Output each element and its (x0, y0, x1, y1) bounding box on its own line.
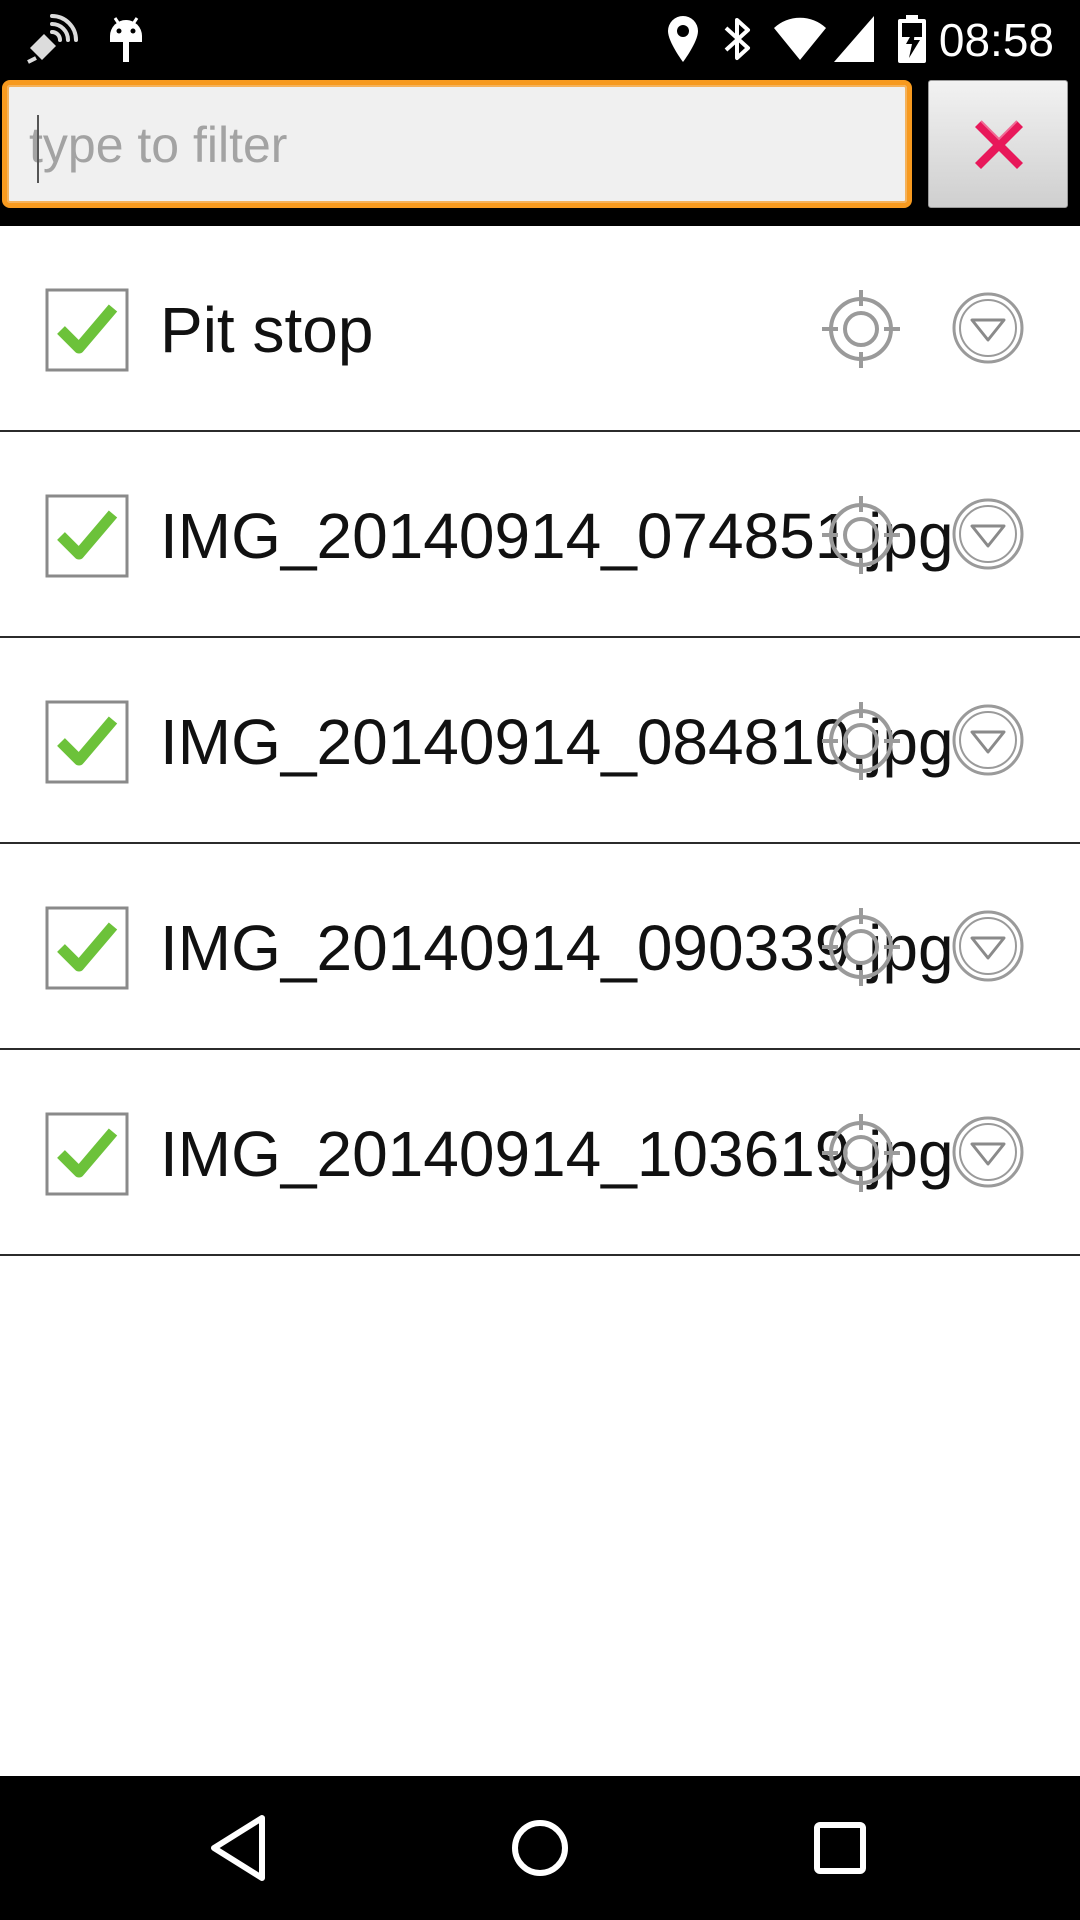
bluetooth-icon (724, 18, 750, 60)
waypoint-list: Pit stop IMG_20140914_074851.jpg IMG_201… (0, 226, 1080, 1256)
cell-signal-icon (834, 16, 874, 62)
navigation-bar (0, 1776, 1080, 1920)
satellite-signal-icon (27, 14, 78, 64)
home-circle-icon[interactable] (500, 1808, 580, 1888)
list-item[interactable]: IMG_20140914_074851.jpg (0, 432, 1080, 638)
dropdown-circle-icon[interactable] (950, 908, 1026, 984)
filter-field[interactable] (2, 80, 912, 208)
wifi-icon (774, 17, 826, 60)
crosshair-target-icon[interactable] (820, 288, 902, 370)
back-triangle-icon[interactable] (200, 1808, 280, 1888)
checkbox-checked[interactable] (45, 906, 129, 990)
recents-square-icon[interactable] (800, 1808, 880, 1888)
list-item[interactable]: Pit stop (0, 226, 1080, 432)
checkbox-checked[interactable] (45, 288, 129, 372)
crosshair-target-icon[interactable] (820, 494, 902, 576)
dropdown-circle-icon[interactable] (950, 290, 1026, 366)
checkbox-checked[interactable] (45, 494, 129, 578)
list-item[interactable]: IMG_20140914_103619.jpg (0, 1050, 1080, 1256)
text-cursor (37, 115, 39, 183)
crosshair-target-icon[interactable] (820, 906, 902, 988)
crosshair-target-icon[interactable] (820, 1112, 902, 1194)
filter-input[interactable] (29, 107, 889, 183)
battery-charging-icon (898, 15, 926, 63)
filter-bar (0, 78, 1080, 226)
location-icon (668, 16, 698, 62)
screen: 08:58 Pit stop (0, 0, 1080, 1920)
clear-filter-button[interactable] (928, 80, 1068, 208)
checkbox-checked[interactable] (45, 700, 129, 784)
dropdown-circle-icon[interactable] (950, 702, 1026, 778)
dropdown-circle-icon[interactable] (950, 496, 1026, 572)
clock: 08:58 (938, 14, 1054, 66)
list-item[interactable]: IMG_20140914_084810.jpg (0, 638, 1080, 844)
crosshair-target-icon[interactable] (820, 700, 902, 782)
list-item[interactable]: IMG_20140914_090339.jpg (0, 844, 1080, 1050)
dropdown-circle-icon[interactable] (950, 1114, 1026, 1190)
checkbox-checked[interactable] (45, 1112, 129, 1196)
status-bar: 08:58 (0, 0, 1080, 78)
list-item-label: Pit stop (160, 294, 374, 366)
close-x-icon (975, 120, 1023, 169)
android-debug-icon (110, 17, 142, 62)
